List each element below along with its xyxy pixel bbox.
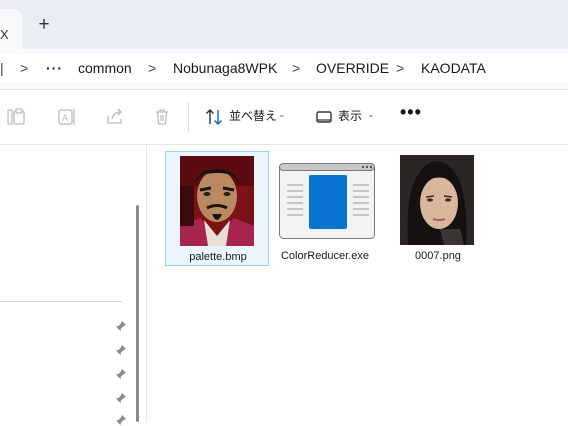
pin-icon[interactable] — [115, 368, 127, 380]
file-item-palette-bmp[interactable]: palette.bmp — [165, 151, 269, 266]
nav-scrollbar[interactable] — [136, 205, 139, 422]
breadcrumb-overflow-button[interactable]: ··· — [46, 54, 63, 82]
view-label: 表示 — [338, 109, 363, 123]
pin-icon[interactable] — [115, 392, 127, 404]
navigation-pane — [0, 145, 132, 422]
view-icon — [316, 111, 332, 123]
toolbar-divider — [188, 102, 189, 132]
file-item-0007-png[interactable]: 0007.png — [386, 151, 490, 266]
new-tab-button[interactable]: + — [34, 14, 54, 36]
breadcrumb-edge: | — [0, 60, 4, 76]
pin-icon[interactable] — [115, 320, 127, 332]
application-icon — [279, 163, 375, 239]
file-name: palette.bmp — [189, 251, 247, 263]
portrait-woman-thumbnail — [400, 155, 474, 245]
command-bar: A 並べ替え ⌄ 表示 ⌄ ••• — [0, 90, 568, 144]
breadcrumb-item-nobunaga8wpk[interactable]: Nobunaga8WPK — [173, 54, 277, 82]
copy-icon[interactable] — [8, 106, 30, 128]
file-name: ColorReducer.exe — [280, 250, 370, 262]
file-name: 0007.png — [415, 250, 461, 262]
breadcrumb-separator[interactable]: > — [292, 54, 300, 82]
address-row: | > ··· common > Nobunaga8WPK > OVERRIDE… — [0, 49, 568, 89]
pin-icon[interactable] — [115, 414, 127, 426]
close-tab-icon[interactable]: X — [0, 26, 14, 44]
sort-label: 並べ替え — [229, 109, 278, 123]
breadcrumb-separator[interactable]: > — [148, 54, 156, 82]
tab-strip: X + — [0, 0, 568, 49]
breadcrumb[interactable]: | > ··· common > Nobunaga8WPK > OVERRIDE… — [0, 54, 568, 82]
sort-icon — [206, 109, 222, 125]
chevron-down-icon: ⌄ — [367, 109, 375, 119]
more-options-button[interactable]: ••• — [400, 103, 421, 125]
nav-section-divider — [0, 301, 122, 302]
breadcrumb-item-common[interactable]: common — [78, 54, 132, 82]
pane-divider[interactable] — [146, 145, 147, 422]
active-tab[interactable]: X — [0, 9, 22, 49]
chevron-down-icon: ⌄ — [278, 109, 286, 119]
file-item-colorreducer-exe[interactable]: ColorReducer.exe — [273, 151, 377, 266]
svg-text:A: A — [62, 113, 68, 123]
breadcrumb-separator[interactable]: > — [20, 54, 28, 82]
pin-icon[interactable] — [115, 344, 127, 356]
delete-icon[interactable] — [151, 106, 173, 128]
breadcrumb-separator[interactable]: > — [396, 54, 404, 82]
breadcrumb-item-kaodata[interactable]: KAODATA — [421, 54, 486, 82]
breadcrumb-item-override[interactable]: OVERRIDE — [316, 54, 389, 82]
share-icon[interactable] — [104, 106, 126, 128]
rename-icon[interactable]: A — [56, 106, 78, 128]
portrait-man-thumbnail — [180, 156, 254, 246]
